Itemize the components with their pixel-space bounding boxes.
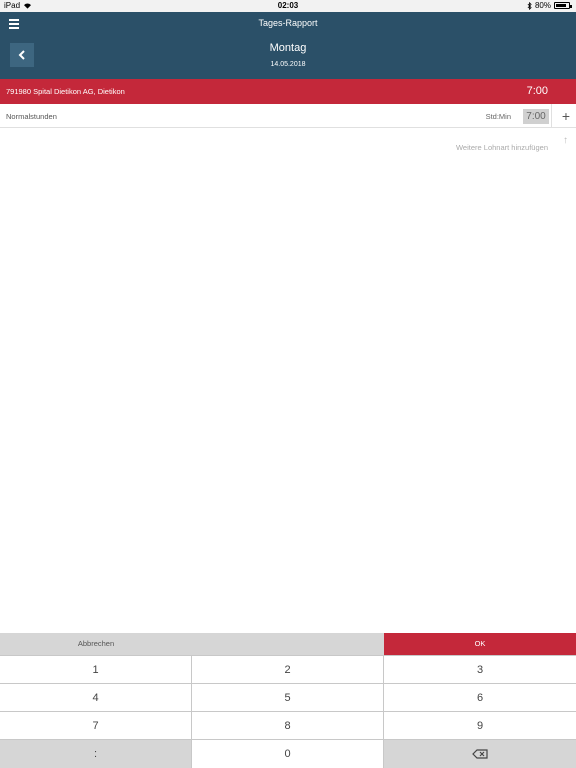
add-wage-type-link[interactable]: Weitere Lohnart hinzufügen bbox=[456, 143, 548, 152]
cancel-button[interactable]: Abbrechen bbox=[0, 633, 192, 655]
key-6[interactable]: 6 bbox=[384, 684, 576, 711]
day-label: Montag bbox=[269, 42, 307, 54]
numeric-keypad: Abbrechen OK 1 2 3 4 5 6 7 8 9 : 0 bbox=[0, 633, 576, 768]
add-button[interactable]: + bbox=[562, 108, 570, 124]
key-8[interactable]: 8 bbox=[192, 712, 383, 739]
battery-percent: 80% bbox=[534, 1, 551, 10]
divider bbox=[551, 104, 552, 128]
key-1[interactable]: 1 bbox=[0, 656, 191, 683]
arrow-up-icon: ↑ bbox=[563, 135, 568, 146]
hours-input[interactable]: 7:00 bbox=[523, 109, 549, 124]
status-time: 02:03 bbox=[277, 1, 299, 10]
wage-type-label: Normalstunden bbox=[6, 112, 57, 121]
keypad-actions: Abbrechen OK bbox=[0, 633, 576, 655]
project-total-hours: 7:00 bbox=[526, 85, 548, 97]
navigation-bar: Tages-Rapport Montag 14.05.2018 bbox=[0, 12, 576, 79]
keypad-grid: 1 2 3 4 5 6 7 8 9 : 0 bbox=[0, 655, 576, 768]
page-title: Tages-Rapport bbox=[258, 18, 318, 28]
battery-icon bbox=[554, 2, 572, 9]
date-label: 14.05.2018 bbox=[270, 61, 306, 68]
wage-type-row: Normalstunden Std:Min 7:00 + bbox=[0, 104, 576, 128]
status-right: 80% bbox=[527, 1, 572, 10]
key-9[interactable]: 9 bbox=[384, 712, 576, 739]
status-bar: iPad 02:03 80% bbox=[0, 0, 576, 12]
project-name: 791980 Spital Dietikon AG, Dietikon bbox=[6, 87, 125, 96]
ok-button[interactable]: OK bbox=[384, 633, 576, 655]
key-7[interactable]: 7 bbox=[0, 712, 191, 739]
unit-label: Std:Min bbox=[485, 112, 511, 121]
project-header[interactable]: 791980 Spital Dietikon AG, Dietikon 7:00 bbox=[0, 79, 576, 104]
backspace-icon bbox=[472, 749, 488, 759]
key-0[interactable]: 0 bbox=[192, 740, 383, 768]
key-2[interactable]: 2 bbox=[192, 656, 383, 683]
key-4[interactable]: 4 bbox=[0, 684, 191, 711]
bluetooth-icon bbox=[527, 1, 532, 10]
key-5[interactable]: 5 bbox=[192, 684, 383, 711]
key-colon[interactable]: : bbox=[0, 740, 191, 768]
key-3[interactable]: 3 bbox=[384, 656, 576, 683]
backspace-key[interactable] bbox=[384, 740, 576, 768]
